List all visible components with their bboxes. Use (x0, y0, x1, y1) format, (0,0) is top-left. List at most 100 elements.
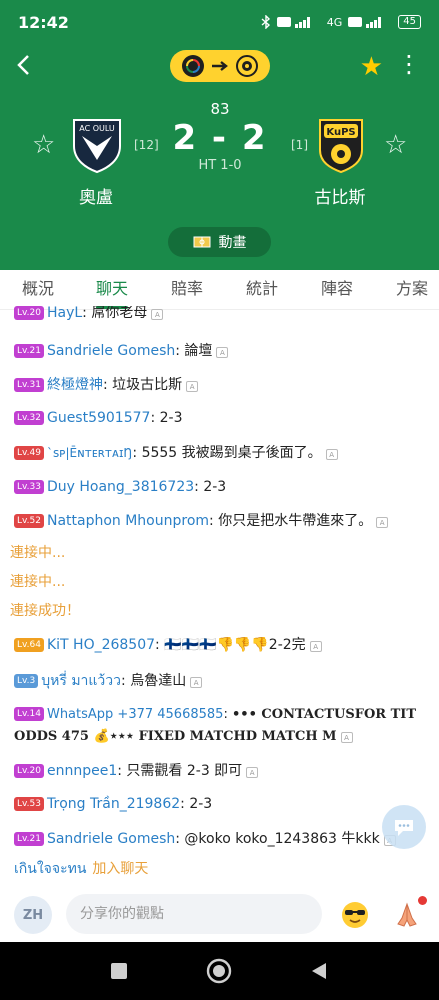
chat-text: 只需觀看 2-3 即可 (126, 763, 243, 779)
away-team-logo[interactable]: KuPS (314, 116, 368, 174)
tab-chat[interactable]: 聊天 (96, 270, 128, 310)
chat-message[interactable]: Lv.20 ennnpee1: 只需觀看 2-3 即可 A (14, 760, 425, 782)
match-minute: 83 (210, 100, 230, 118)
chat-message[interactable]: Lv.53 Trọng Trần_219862: 2-3 (14, 793, 425, 815)
animation-label: 動畫 (218, 235, 247, 251)
level-badge: Lv.21 (14, 344, 44, 358)
colon: : (132, 445, 142, 461)
animation-button[interactable]: 動畫 (168, 227, 271, 257)
notification-dot (418, 896, 427, 905)
translate-icon[interactable]: A (151, 309, 164, 320)
translate-icon[interactable]: A (246, 767, 259, 778)
chat-message[interactable]: Lv.21 Sandriele Gomesh: 論壇 A (14, 340, 425, 362)
chat-username[interactable]: WhatsApp +377 45668585 (47, 707, 223, 722)
chat-text: 2-3 (203, 479, 227, 495)
chat-username[interactable]: Nattaphon Mhounprom (47, 513, 209, 529)
chat-list[interactable]: Lv.20 HayL: 屌你老母 A Lv.21 Sandriele Gomesh: … (0, 306, 439, 886)
translate-icon[interactable]: A (376, 517, 389, 528)
chat-username[interactable]: 終極燈神 (47, 377, 103, 393)
chat-text: 你只是把水牛帶進來了。 (218, 513, 373, 529)
level-badge: Lv.20 (14, 764, 44, 778)
pitch-icon (193, 236, 210, 248)
level-badge: Lv.52 (14, 514, 44, 528)
square-icon (111, 963, 127, 979)
favorite-star-icon[interactable]: ★ (360, 52, 383, 82)
praying-hands-icon (397, 902, 417, 927)
follow-home-star-icon[interactable]: ☆ (32, 130, 55, 160)
chat-message[interactable]: Lv.3 บุหรี่ มาแว้วว: 烏魯達山 A (14, 670, 425, 692)
follow-away-star-icon[interactable]: ☆ (384, 130, 407, 160)
chat-text: 2-3 (159, 410, 183, 426)
chat-message[interactable]: Lv.20 HayL: 屌你老母 A (14, 306, 425, 324)
chat-text: 2-3 (189, 796, 213, 812)
colon: : (194, 479, 204, 495)
chat-username[interactable]: ennnpee1 (47, 763, 117, 779)
away-team-name[interactable]: 古比斯 (290, 183, 390, 208)
system-message: 連接成功！ (10, 603, 80, 619)
network-type: 4G (326, 15, 343, 29)
signal-icon (276, 16, 321, 28)
halftime-score: HT 1-0 (198, 158, 242, 173)
chat-message[interactable]: Lv.21 Sandriele Gomesh: @koko koko_124386… (14, 828, 425, 850)
level-badge: Lv.33 (14, 480, 44, 494)
chat-input[interactable] (66, 894, 322, 934)
chat-text: 屌你老母 (91, 306, 148, 321)
emoji-button[interactable] (338, 898, 372, 932)
chat-message[interactable]: Lv.49 `ꜱᴘ|ĒɴᴛᴇʀᴛᴀɪŊ: 5555 我被踢到桌子後面了。 A (14, 442, 425, 464)
system-message: 連接中... (10, 545, 66, 561)
chat-message[interactable]: Lv.32 Guest5901577: 2-3 (14, 407, 425, 429)
home-button[interactable] (206, 958, 232, 984)
tab-lineup[interactable]: 陣容 (321, 270, 353, 310)
colon: : (155, 637, 165, 653)
translate-icon[interactable]: A (340, 732, 353, 743)
more-options-icon[interactable]: ⋮ (397, 52, 421, 76)
circle-home-icon (206, 958, 232, 984)
chat-float-button[interactable] (382, 805, 426, 849)
tab-overview[interactable]: 概況 (22, 270, 54, 310)
chat-username[interactable]: Trọng Trần_219862 (47, 796, 180, 812)
level-badge: Lv.49 (14, 446, 44, 460)
chat-message[interactable]: Lv.31 終極燈神: 垃圾古比斯 A (14, 374, 425, 396)
chat-text: 🇫🇮🇫🇮🇫🇮👎👎👎2-2完 (164, 637, 306, 653)
level-badge: Lv.64 (14, 638, 44, 652)
colon: : (82, 306, 92, 321)
translate-icon[interactable]: A (186, 381, 199, 392)
chat-username[interactable]: Sandriele Gomesh (47, 343, 175, 359)
tab-plans[interactable]: 方案 (396, 270, 428, 310)
chat-message[interactable]: Lv.14 WhatsApp +377 45668585: ••• CONTACT… (14, 704, 425, 748)
translate-icon[interactable]: A (216, 347, 229, 358)
colon: : (180, 796, 190, 812)
recent-apps-button[interactable] (106, 958, 132, 984)
join-username[interactable]: เกินใจจะทน (14, 861, 86, 877)
chat-username[interactable]: Guest5901577 (47, 410, 150, 426)
chat-username[interactable]: HayL (47, 306, 82, 321)
match-header: 12:42 4G 45 ★ ⋮ 83 2 - 2 HT 1-0 ☆ AC OUL… (0, 0, 439, 270)
tab-stats[interactable]: 統計 (246, 270, 278, 310)
chat-username[interactable]: `ꜱᴘ|ĒɴᴛᴇʀᴛᴀɪŊ (47, 446, 132, 460)
chat-username[interactable]: KiT HO_268507 (47, 637, 155, 653)
chat-message[interactable]: Lv.52 Nattaphon Mhounprom: 你只是把水牛帶進來了。 A (14, 510, 425, 532)
chat-username[interactable]: Duy Hoang_3816723 (47, 479, 194, 495)
home-team-name[interactable]: 奧盧 (46, 183, 146, 208)
user-avatar[interactable]: ZH (14, 896, 52, 934)
chat-username[interactable]: Sandriele Gomesh (47, 831, 175, 847)
colon: : (209, 513, 219, 529)
translate-icon[interactable]: A (309, 641, 322, 652)
back-nav-button[interactable] (306, 958, 332, 984)
level-badge: Lv.21 (14, 832, 44, 846)
chat-message[interactable]: Lv.33 Duy Hoang_3816723: 2-3 (14, 476, 425, 498)
arrow-right-icon (211, 61, 228, 71)
chat-username[interactable]: บุหรี่ มาแว้วว (41, 673, 121, 689)
translate-icon[interactable]: A (325, 449, 338, 460)
team-switch-pill[interactable] (170, 50, 270, 82)
back-button[interactable] (8, 50, 38, 80)
tab-odds[interactable]: 賠率 (171, 270, 203, 310)
chat-message[interactable]: Lv.64 KiT HO_268507: 🇫🇮🇫🇮🇫🇮👎👎👎2-2完 A (14, 634, 425, 656)
signal-icon-2 (348, 16, 392, 28)
translate-icon[interactable]: A (190, 677, 203, 688)
chat-text: 垃圾古比斯 (112, 377, 183, 393)
tab-bar: 概況 聊天 賠率 統計 陣容 方案 (0, 270, 439, 310)
match-score: 2 - 2 (172, 118, 268, 158)
home-team-logo[interactable]: AC OULU (70, 116, 124, 174)
away-rank: [1] (291, 138, 308, 152)
